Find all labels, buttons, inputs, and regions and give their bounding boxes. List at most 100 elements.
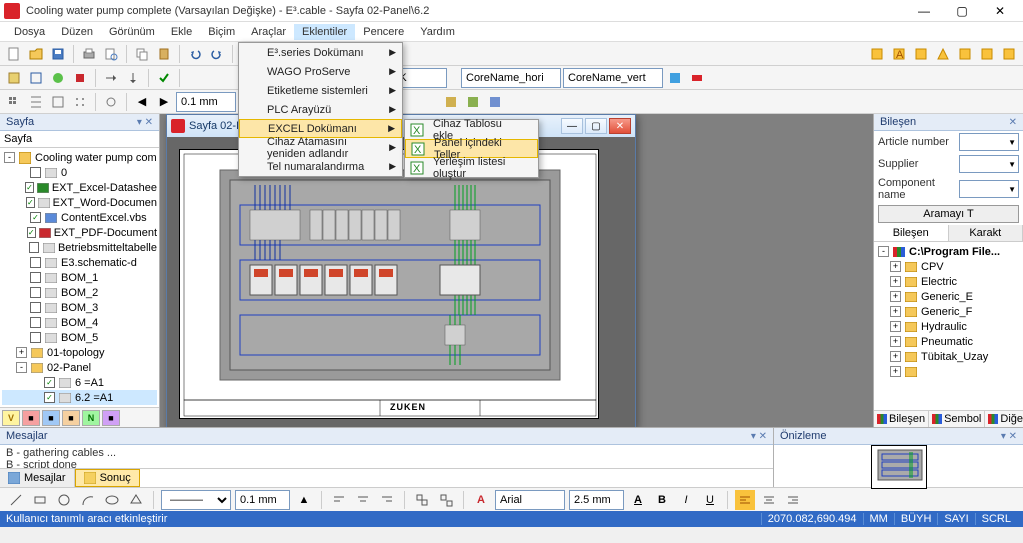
tool-icon[interactable]: [955, 44, 975, 64]
align-icon[interactable]: [377, 490, 397, 510]
nav-left-icon[interactable]: ◀: [132, 92, 152, 112]
tree-item[interactable]: +01-topology: [2, 345, 157, 360]
panel-pin-icon[interactable]: ▾ ✕: [137, 117, 153, 128]
panel-close-icon[interactable]: ▾ ✕: [751, 431, 767, 442]
tree-item[interactable]: BOM_2: [2, 285, 157, 300]
messages-tab-sonuc[interactable]: Sonuç: [75, 469, 140, 487]
bold-icon[interactable]: B: [652, 490, 672, 510]
menu-ekle[interactable]: Ekle: [163, 24, 200, 40]
left-tab-icon[interactable]: ■: [62, 410, 80, 426]
tree-item[interactable]: BOM_1: [2, 270, 157, 285]
dropdown-item[interactable]: Tel numaralandırma▶: [239, 157, 402, 176]
line-width-spin[interactable]: [235, 490, 290, 510]
left-tab-icon[interactable]: ■: [42, 410, 60, 426]
component-tree-item[interactable]: +Generic_F: [876, 304, 1021, 319]
undo-icon[interactable]: [185, 44, 205, 64]
align-right-icon[interactable]: [783, 490, 803, 510]
tool-icon[interactable]: [48, 68, 68, 88]
menu-araclar[interactable]: Araçlar: [243, 24, 294, 40]
print-preview-icon[interactable]: [101, 44, 121, 64]
arc-tool-icon[interactable]: [78, 490, 98, 510]
drawing-sheet[interactable]: ZUKEN: [179, 149, 599, 419]
rect-tool-icon[interactable]: [30, 490, 50, 510]
menu-gorunum[interactable]: Görünüm: [101, 24, 163, 40]
ungroup-icon[interactable]: [436, 490, 456, 510]
circle-tool-icon[interactable]: [54, 490, 74, 510]
dropdown-item[interactable]: PLC Arayüzü▶: [239, 100, 402, 119]
polygon-tool-icon[interactable]: [126, 490, 146, 510]
tree-item[interactable]: BOM_3: [2, 300, 157, 315]
component-tree-item[interactable]: +CPV: [876, 259, 1021, 274]
menu-duzen[interactable]: Düzen: [53, 24, 101, 40]
font-size-combo[interactable]: [569, 490, 624, 510]
search-button[interactable]: Aramayı T: [878, 205, 1019, 223]
panel-close-icon[interactable]: ▾ ✕: [1001, 431, 1017, 442]
font-color-icon[interactable]: A: [628, 490, 648, 510]
tool-icon[interactable]: [867, 44, 887, 64]
component-btab-sembol[interactable]: Sembol: [929, 411, 985, 427]
minimize-button[interactable]: —: [905, 0, 943, 22]
align-icon[interactable]: [353, 490, 373, 510]
tree-item[interactable]: ✓EXT_Excel-Datashee: [2, 180, 157, 195]
tree-item[interactable]: E3.schematic-d: [2, 255, 157, 270]
property-combo[interactable]: ▼: [959, 133, 1019, 151]
text-tool-icon[interactable]: A: [471, 490, 491, 510]
tool-icon[interactable]: [4, 68, 24, 88]
tool-icon[interactable]: [687, 68, 707, 88]
spin-icon[interactable]: ▲: [294, 490, 314, 510]
tool-icon[interactable]: [665, 68, 685, 88]
messages-tab-mesajlar[interactable]: Mesajlar: [0, 469, 75, 487]
dropdown-item[interactable]: Cihaz Atamasını yeniden adlandır▶: [239, 138, 402, 157]
tree-root[interactable]: -C:\Program File...: [876, 244, 1021, 259]
corename-vert-combo[interactable]: [563, 68, 663, 88]
tool-icon[interactable]: [26, 68, 46, 88]
component-tree-item[interactable]: +Pneumatic: [876, 334, 1021, 349]
close-button[interactable]: ✕: [981, 0, 1019, 22]
tool-icon[interactable]: [999, 44, 1019, 64]
tree-item[interactable]: Betriebsmitteltabelle: [2, 240, 157, 255]
menu-yardim[interactable]: Yardım: [412, 24, 463, 40]
save-icon[interactable]: [48, 44, 68, 64]
left-tab-icon[interactable]: V: [2, 410, 20, 426]
tool-icon[interactable]: [441, 92, 461, 112]
mdi-maximize-button[interactable]: ▢: [585, 118, 607, 134]
grid-icon[interactable]: [70, 92, 90, 112]
dropdown-item[interactable]: E³.series Dokümanı▶: [239, 43, 402, 62]
dropdown-item[interactable]: WAGO ProServe▶: [239, 62, 402, 81]
tool-icon[interactable]: [101, 68, 121, 88]
dropdown-item[interactable]: Etiketleme sistemleri▶: [239, 81, 402, 100]
new-icon[interactable]: [4, 44, 24, 64]
print-icon[interactable]: [79, 44, 99, 64]
menu-bicim[interactable]: Biçim: [200, 24, 243, 40]
property-combo[interactable]: ▼: [959, 155, 1019, 173]
tool-icon[interactable]: [911, 44, 931, 64]
align-center-icon[interactable]: [759, 490, 779, 510]
mdi-close-button[interactable]: ✕: [609, 118, 631, 134]
line-tool-icon[interactable]: [6, 490, 26, 510]
tree-item[interactable]: ✓EXT_PDF-Document: [2, 225, 157, 240]
panel-close-icon[interactable]: ✕: [1009, 117, 1017, 128]
component-tab-karakt[interactable]: Karakt: [949, 225, 1023, 241]
tree-item[interactable]: BOM_4: [2, 315, 157, 330]
tree-item[interactable]: ✓6.2 =A1: [2, 390, 157, 405]
component-tree-item[interactable]: +Generic_E: [876, 289, 1021, 304]
component-btab-bilesen[interactable]: Bileşen: [874, 411, 929, 427]
submenu-item[interactable]: XYerleşim listesi oluştur: [405, 158, 538, 177]
left-tab-icon[interactable]: ■: [22, 410, 40, 426]
tool-icon[interactable]: [123, 68, 143, 88]
align-icon[interactable]: [329, 490, 349, 510]
left-tab-icon[interactable]: N: [82, 410, 100, 426]
tree-item[interactable]: ✓EXT_Word-Documen: [2, 195, 157, 210]
menu-pencere[interactable]: Pencere: [355, 24, 412, 40]
menu-eklentiler[interactable]: Eklentiler: [294, 24, 355, 40]
component-tree-item[interactable]: +Electric: [876, 274, 1021, 289]
grid-icon[interactable]: [4, 92, 24, 112]
copy-icon[interactable]: [132, 44, 152, 64]
line-style-combo[interactable]: ———: [161, 490, 231, 510]
component-tab-bilesen[interactable]: Bileşen: [874, 225, 949, 241]
align-left-icon[interactable]: [735, 490, 755, 510]
property-combo[interactable]: ▼: [959, 180, 1019, 198]
tool-icon[interactable]: [977, 44, 997, 64]
messages-body[interactable]: B - gathering cables ... B - script done: [0, 445, 773, 468]
component-tree-item[interactable]: +: [876, 364, 1021, 379]
